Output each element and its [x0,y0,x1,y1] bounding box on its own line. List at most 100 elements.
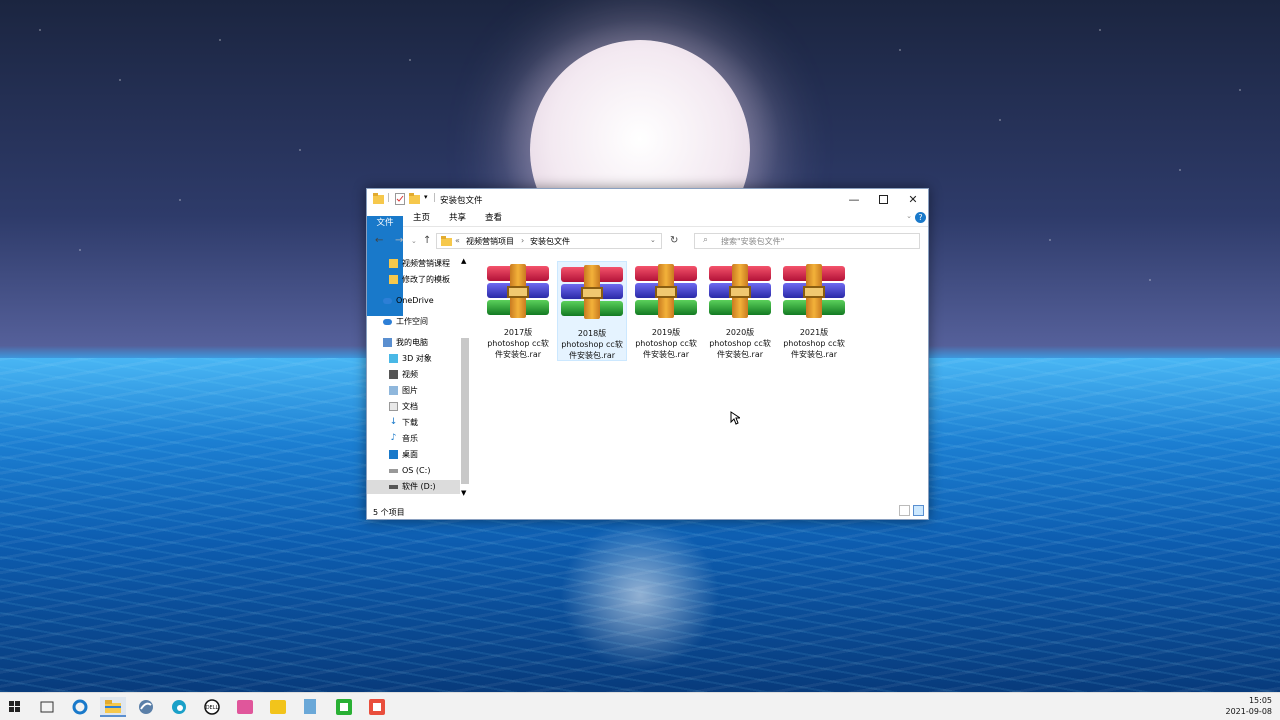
search-app-button[interactable] [67,697,93,717]
rar-archive-icon [783,264,845,318]
separator: | [387,193,391,203]
up-button[interactable]: ↑ [423,235,431,246]
clock-date: 2021-09-08 [1225,707,1273,716]
nav-item-修改了的模板[interactable]: 修改了的模板 [389,273,450,287]
file-name: 2017版 photoshop cc软 件安装包.rar [487,328,549,359]
close-button[interactable]: ✕ [898,189,928,209]
chevron-down-icon[interactable]: ▾ [424,193,428,205]
title-bar: | ▾ | 安装包文件 — ✕ [367,189,928,209]
nav-item-pictures[interactable]: 图片 [389,384,418,398]
nav-item-我的电脑[interactable]: 我的电脑 [383,336,428,350]
folder-icon [373,193,384,204]
refresh-button[interactable]: ↻ [670,235,678,246]
image-app-icon [237,700,253,714]
breadcrumb-item[interactable]: 安装包文件 [530,236,570,247]
scroll-up-icon[interactable]: ▲ [461,257,466,265]
file-item[interactable]: 2021版 photoshop cc软 件安装包.rar [779,261,849,361]
file-explorer-taskbar-button[interactable] [100,697,126,717]
folder-icon [441,236,452,246]
video-icon [389,370,398,379]
minimize-button[interactable]: — [839,189,869,209]
download-icon: ↓ [389,417,398,427]
address-bar[interactable]: « 视频营销项目 › 安装包文件 ⌄ [436,233,662,249]
forward-button[interactable]: → [395,235,403,246]
cube-icon [389,354,398,363]
picture-icon [389,386,398,395]
search-app-icon [72,699,88,715]
nav-item-3d-objects[interactable]: 3D 对象 [389,352,432,366]
status-bar-count: 5 个项目 [373,508,405,517]
recent-locations-icon[interactable]: ⌄ [411,237,417,245]
file-name: 2020版 photoshop cc软 件安装包.rar [709,328,771,359]
nav-item-downloads[interactable]: ↓ 下载 [389,416,418,430]
nav-item-工作空间[interactable]: 工作空间 [383,315,428,329]
breadcrumb-overflow[interactable]: « [455,236,460,245]
windows-logo-icon [9,701,20,712]
nav-item-documents[interactable]: 文档 [389,400,418,414]
chevron-down-icon[interactable]: ⌄ [650,236,656,244]
scrollbar-thumb[interactable] [461,338,469,484]
svg-text:DELL: DELL [206,705,219,711]
camtasia-icon [336,699,352,715]
mouse-cursor-icon [730,411,740,425]
nav-pane-scrollbar[interactable]: ▲ ▼ [460,255,470,499]
task-view-icon [40,701,54,713]
recorder-icon [369,699,385,715]
tab-view[interactable]: 查看 [479,211,508,225]
start-button[interactable] [2,697,28,717]
dell-taskbar-button[interactable]: DELL [199,697,225,717]
maximize-button[interactable] [868,189,898,209]
folder-icon [389,275,398,284]
browser-icon [139,700,153,714]
clock-time: 15:05 [1248,696,1272,705]
back-button[interactable]: ← [375,235,383,246]
browser-taskbar-button[interactable] [133,697,159,717]
search-placeholder: 搜索"安装包文件" [721,237,785,246]
nav-item-videos[interactable]: 视频 [389,368,418,382]
file-explorer-window: | ▾ | 安装包文件 — ✕ 文件 主页 共享 查看 ⌄ ? ← → ⌄ ↑ … [366,188,929,520]
drive-icon [389,468,398,473]
large-icons-view-icon[interactable] [913,505,924,516]
breadcrumb-item[interactable]: 视频营销项目 [466,236,514,247]
camtasia-taskbar-button[interactable] [331,697,357,717]
navigation-pane: 视频营销课程 修改了的模板 OneDrive 工作空间 我的电脑 3D 对象 视… [367,255,471,500]
nav-item-视频营销课程[interactable]: 视频营销课程 [389,257,450,271]
notes-app-icon [270,700,286,714]
tab-home[interactable]: 主页 [407,211,436,225]
music-icon: ♪ [390,433,397,443]
nav-item-onedrive[interactable]: OneDrive [383,294,434,308]
cloud-icon [383,297,392,304]
nav-item-drive-d[interactable]: 软件 (D:) [367,480,460,494]
writer-app-taskbar-button[interactable] [298,697,324,717]
search-input[interactable]: ⌕ 搜索"安装包文件" [694,233,920,249]
help-icon[interactable]: ? [915,212,926,223]
task-view-button[interactable] [34,697,60,717]
rar-archive-icon [635,264,697,318]
cloud-icon [383,318,392,325]
desktop-icon [389,450,398,459]
recorder-taskbar-button[interactable] [364,697,390,717]
file-item[interactable]: 2017版 photoshop cc软 件安装包.rar [483,261,553,361]
file-item-selected[interactable]: 2018版 photoshop cc软 件安装包.rar [557,261,627,361]
scroll-down-icon[interactable]: ▼ [461,489,466,497]
edge-taskbar-button[interactable] [166,697,192,717]
system-clock[interactable]: 15:05 2021-09-08 [1226,695,1273,717]
nav-item-drive-c[interactable]: OS (C:) [389,464,430,478]
file-explorer-icon [105,699,121,713]
expand-ribbon-icon[interactable]: ⌄ [906,212,912,220]
new-folder-icon[interactable] [409,193,420,205]
notes-app-taskbar-button[interactable] [265,697,291,717]
edge-icon [172,700,186,714]
tab-share[interactable]: 共享 [443,211,472,225]
details-view-icon[interactable] [899,505,910,516]
properties-icon[interactable] [395,193,405,205]
file-item[interactable]: 2020版 photoshop cc软 件安装包.rar [705,261,775,361]
image-app-taskbar-button[interactable] [232,697,258,717]
file-item[interactable]: 2019版 photoshop cc软 件安装包.rar [631,261,701,361]
nav-item-desktop[interactable]: 桌面 [389,448,418,462]
close-icon: ✕ [908,192,918,206]
writer-app-icon [304,699,316,714]
nav-item-music[interactable]: ♪ 音乐 [389,432,418,446]
breadcrumb-chevron-icon[interactable]: › [521,236,524,245]
navigation-bar: ← → ⌄ ↑ « 视频营销项目 › 安装包文件 ⌄ ↻ ⌕ 搜索"安装包文件" [367,229,928,254]
